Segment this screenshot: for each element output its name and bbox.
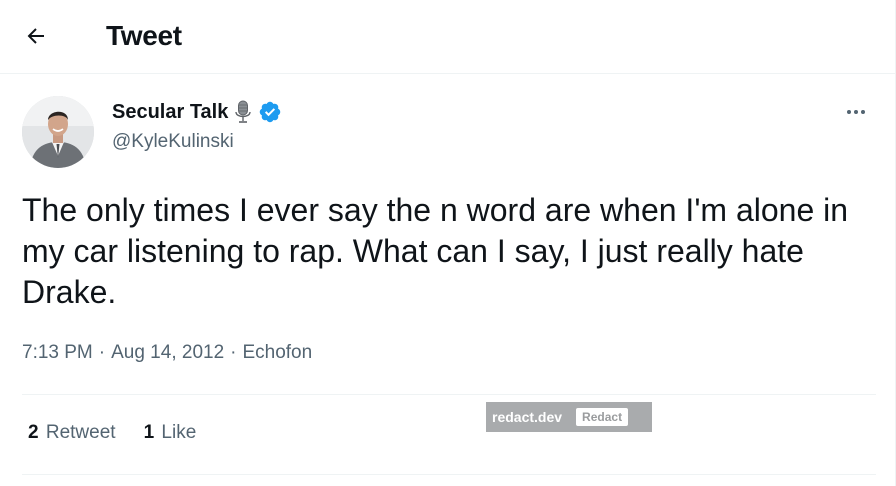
verified-badge-icon	[258, 100, 282, 124]
like-count: 1	[143, 422, 155, 443]
like-label: Like	[161, 422, 197, 443]
separator: ·	[230, 342, 237, 363]
page-header: Tweet	[0, 0, 896, 74]
tweet-time[interactable]: 7:13 PM	[22, 342, 93, 364]
engagement-stats: 2 Retweet 1 Like	[28, 422, 196, 444]
more-options-button[interactable]	[836, 98, 876, 126]
watermark-badge: Redact	[576, 408, 629, 426]
watermark-site: redact.dev	[492, 409, 563, 425]
more-dot-icon	[854, 110, 858, 114]
like-stat[interactable]: 1 Like	[144, 422, 197, 444]
tweet-date[interactable]: Aug 14, 2012	[111, 342, 224, 364]
redact-watermark: redact.dev Redact	[486, 402, 652, 432]
divider	[22, 474, 876, 475]
retweet-label: Retweet	[45, 422, 116, 443]
retweet-count: 2	[28, 422, 39, 443]
tweet-source[interactable]: Echofon	[242, 342, 312, 364]
tweet-text: The only times I ever say the n word are…	[22, 192, 849, 310]
more-dot-icon	[861, 110, 865, 114]
author-name[interactable]: Secular Talk	[112, 101, 228, 124]
profile-photo	[22, 96, 94, 168]
author-handle[interactable]: @KyleKulinski	[112, 131, 234, 153]
page-title: Tweet	[106, 20, 182, 51]
divider	[22, 394, 876, 395]
arrow-left-icon	[27, 28, 44, 44]
separator: ·	[98, 342, 106, 363]
back-button[interactable]	[16, 18, 56, 54]
tweet-metadata: 7:13 PM · Aug 14, 2012 · Echofon	[22, 342, 312, 364]
microphone-icon	[234, 100, 252, 124]
retweet-stat[interactable]: 2 Retweet	[28, 422, 116, 444]
avatar[interactable]	[22, 96, 94, 168]
author-row: Secular Talk	[112, 99, 282, 125]
more-dot-icon	[847, 110, 851, 114]
